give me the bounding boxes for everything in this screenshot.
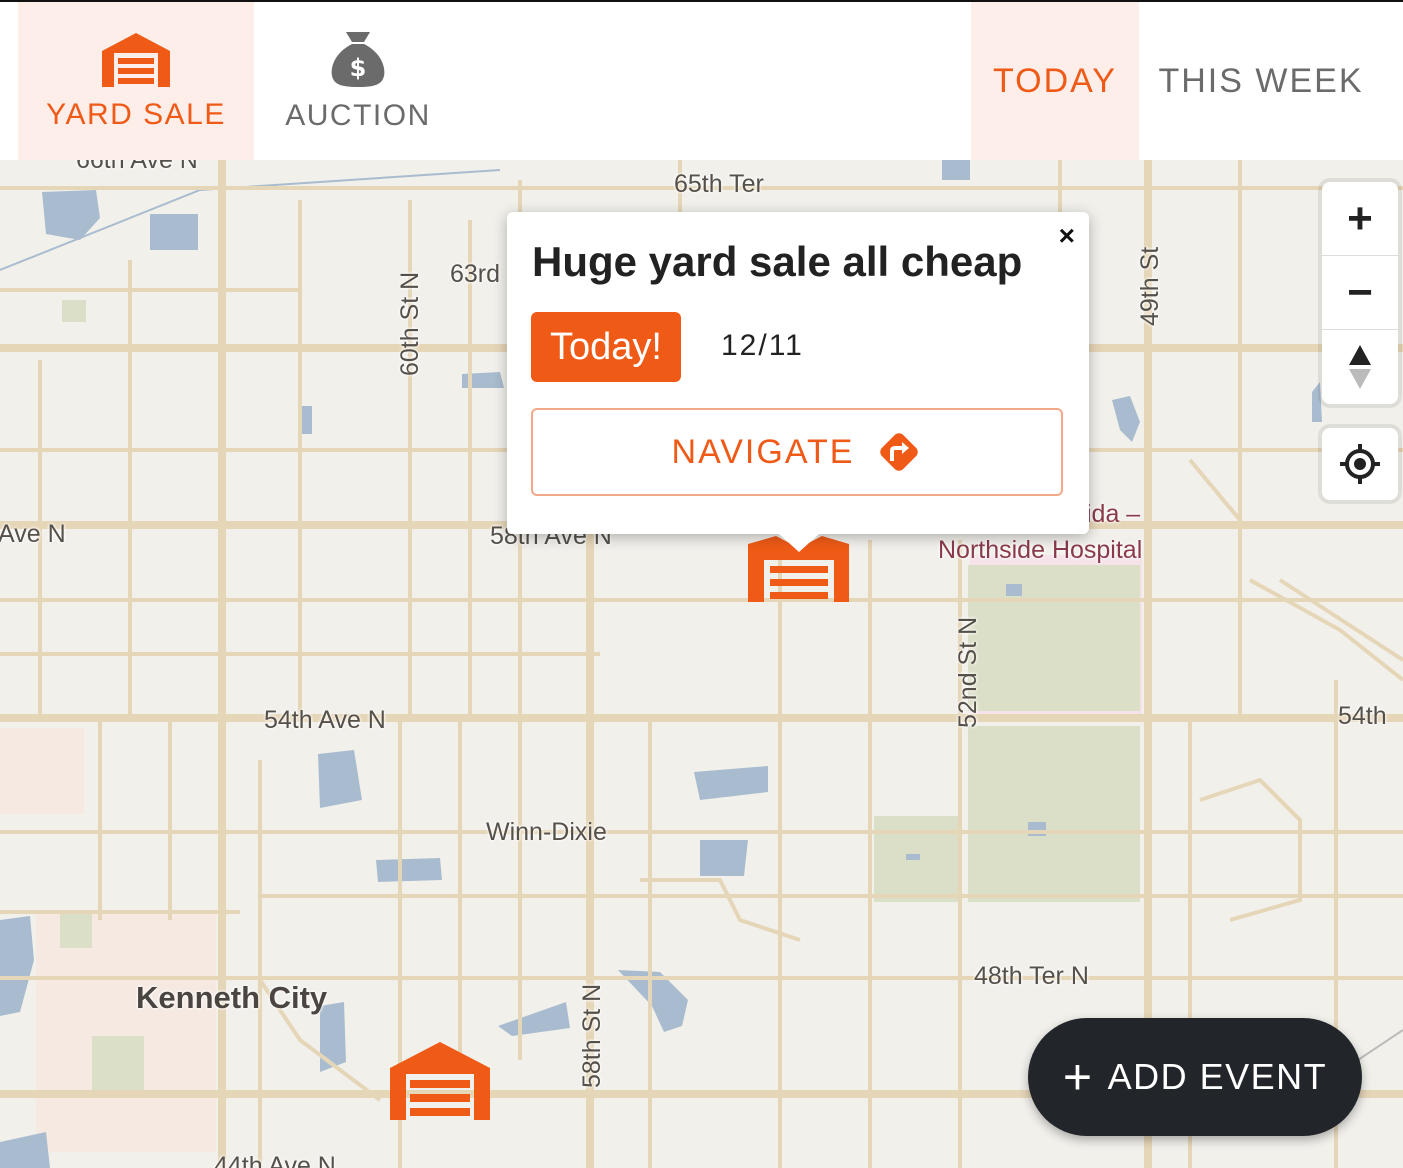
label-48th-ter: 48th Ter N [974, 962, 1089, 990]
filter-this-week[interactable]: THIS WEEK [1139, 2, 1383, 160]
label-winn-dixie: Winn-Dixie [486, 818, 607, 846]
label-63rd: 63rd [450, 260, 501, 288]
label-ave-n: Ave N [0, 520, 66, 548]
plus-icon: + [1062, 1049, 1094, 1105]
yard-sale-marker[interactable] [388, 1040, 492, 1127]
locate-icon [1340, 444, 1380, 484]
label-65th-ter: 65th Ter [674, 170, 764, 198]
tab-auction[interactable]: $ AUCTION [240, 2, 476, 160]
navigate-button[interactable]: NAVIGATE [531, 408, 1063, 496]
navigate-label: NAVIGATE [671, 432, 855, 471]
add-event-label: ADD EVENT [1107, 1056, 1328, 1097]
label-60th-st: 60th St N [396, 271, 424, 376]
compass-button[interactable] [1322, 330, 1398, 403]
top-bar: YARD SALE $ AUCTION TODAY THIS WEEK [0, 0, 1403, 160]
label-kenneth-city: Kenneth City [136, 980, 328, 1015]
zoom-controls: + − [1322, 182, 1398, 404]
add-event-button[interactable]: + ADD EVENT [1028, 1018, 1362, 1136]
today-badge: Today! [531, 312, 681, 382]
label-54th-ave: 54th Ave N [264, 706, 386, 734]
event-popup: × Huge yard sale all cheap Today! 12/11 … [507, 212, 1089, 552]
label-54th-right: 54th [1338, 702, 1387, 730]
locate-button[interactable] [1322, 428, 1398, 500]
zoom-out-button[interactable]: − [1322, 256, 1398, 330]
label-58th-st: 58th St N [578, 983, 606, 1088]
zoom-in-button[interactable]: + [1322, 182, 1398, 256]
tab-auction-label: AUCTION [285, 98, 431, 132]
label-hospital-line-1: ida – [1086, 500, 1141, 528]
tab-yard-sale[interactable]: YARD SALE [18, 2, 254, 160]
label-66th-ave: 66th Ave N [76, 160, 198, 174]
label-hospital-line-2: Northside Hospital [938, 536, 1143, 564]
tab-yard-sale-label: YARD SALE [46, 97, 226, 131]
label-52nd-st: 52nd St N [954, 616, 982, 728]
money-bag-icon: $ [328, 30, 388, 93]
event-title: Huge yard sale all cheap [532, 238, 1023, 285]
label-44th-ave: 44th Ave N [214, 1152, 336, 1168]
close-icon[interactable]: × [1059, 220, 1075, 252]
svg-text:$: $ [350, 54, 367, 82]
filter-today[interactable]: TODAY [971, 2, 1139, 160]
directions-icon [880, 433, 919, 471]
label-49th-st: 49th St [1136, 246, 1164, 326]
garage-icon [100, 31, 172, 92]
event-date: 12/11 [721, 329, 804, 362]
north-arrow-icon [1349, 344, 1371, 389]
